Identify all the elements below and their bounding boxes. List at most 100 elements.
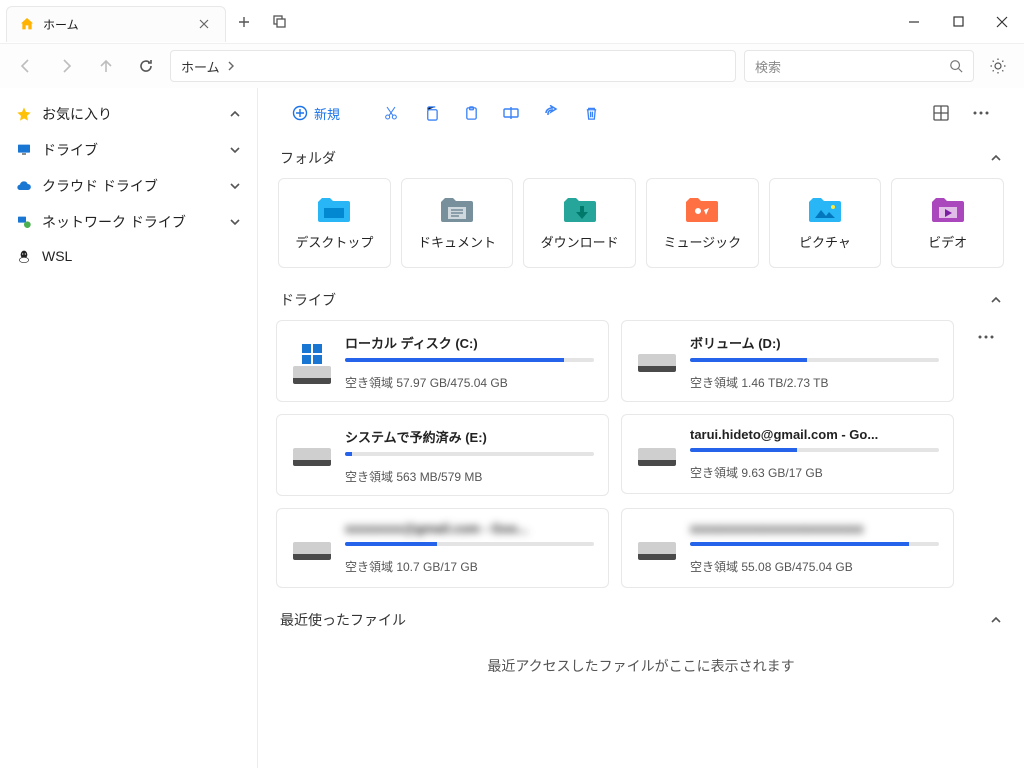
drive-icon (636, 433, 678, 475)
toolbar: 新規 (276, 88, 1006, 138)
drive-free-space: 空き領域 563 MB/579 MB (345, 468, 594, 485)
section-title: ドライブ (280, 290, 336, 310)
cut-button[interactable] (374, 96, 408, 130)
chevron-up-icon (990, 294, 1002, 306)
network-icon (16, 214, 32, 230)
drive-icon (291, 527, 333, 569)
drive-title: xxxxxxxxxxxxxxxxxxxxxxxx (690, 521, 939, 536)
usage-bar (345, 358, 594, 362)
copy-button[interactable] (414, 96, 448, 130)
window-controls (892, 2, 1024, 42)
main-content: 新規 フォルダ デスクトップドキュメントダウンロードミュージックピクチャビデオ … (258, 88, 1024, 768)
chevron-up-icon (229, 108, 241, 120)
tab-overview-icon[interactable] (262, 4, 298, 40)
drive-card[interactable]: tarui.hideto@gmail.com - Go... 空き領域 9.63 … (621, 414, 954, 494)
folder-label: デスクトップ (295, 232, 373, 251)
new-button[interactable]: 新規 (284, 100, 348, 127)
chevron-up-icon (990, 152, 1002, 164)
new-button-label: 新規 (314, 104, 340, 123)
tab-close-icon[interactable] (195, 15, 213, 33)
sidebar-item-label: お気に入り (42, 104, 112, 124)
drive-free-space: 空き領域 9.63 GB/17 GB (690, 464, 939, 481)
home-icon (19, 16, 35, 32)
paste-button[interactable] (454, 96, 488, 130)
section-title: 最近使ったファイル (280, 610, 406, 630)
chevron-down-icon (229, 180, 241, 192)
chevron-down-icon (229, 216, 241, 228)
drive-free-space: 空き領域 1.46 TB/2.73 TB (690, 374, 939, 391)
layout-button[interactable] (924, 96, 958, 130)
drive-free-space: 空き領域 57.97 GB/475.04 GB (345, 374, 594, 391)
drive-title: ボリューム (D:) (690, 333, 939, 352)
folder-card[interactable]: デスクトップ (278, 178, 391, 268)
section-recent-header[interactable]: 最近使ったファイル (276, 600, 1006, 640)
usage-bar (690, 448, 939, 452)
sidebar: お気に入り ドライブ クラウド ドライブ ネットワーク ドライブ WSL (0, 88, 258, 768)
folder-card[interactable]: ダウンロード (523, 178, 636, 268)
drive-card[interactable]: xxxxxxxx@gmail.com - Goo... 空き領域 10.7 GB/… (276, 508, 609, 588)
usage-bar (690, 542, 939, 546)
folder-card[interactable]: ドキュメント (401, 178, 514, 268)
address-bar[interactable]: ホーム (170, 50, 736, 82)
folder-icon (684, 196, 720, 224)
tab-home[interactable]: ホーム (6, 6, 226, 42)
folder-card[interactable]: ミュージック (646, 178, 759, 268)
sidebar-item-favorites[interactable]: お気に入り (6, 96, 251, 132)
drive-card[interactable]: ボリューム (D:) 空き領域 1.46 TB/2.73 TB (621, 320, 954, 402)
chevron-up-icon (990, 614, 1002, 626)
monitor-icon (16, 142, 32, 158)
folder-label: ドキュメント (418, 232, 496, 251)
chevron-right-icon (226, 61, 236, 71)
drive-icon (636, 339, 678, 381)
minimize-button[interactable] (892, 2, 936, 42)
breadcrumb-home[interactable]: ホーム (181, 57, 220, 76)
folder-label: ピクチャ (799, 232, 851, 251)
drive-free-space: 空き領域 10.7 GB/17 GB (345, 558, 594, 575)
folder-label: ビデオ (928, 232, 967, 251)
sidebar-item-drives[interactable]: ドライブ (6, 132, 251, 168)
settings-button[interactable] (982, 50, 1014, 82)
folder-icon (439, 196, 475, 224)
more-button[interactable] (964, 96, 998, 130)
close-button[interactable] (980, 2, 1024, 42)
section-drives-header[interactable]: ドライブ (276, 280, 1006, 320)
drive-card[interactable]: xxxxxxxxxxxxxxxxxxxxxxxx 空き領域 55.08 GB/47… (621, 508, 954, 588)
sidebar-item-wsl[interactable]: WSL (6, 240, 251, 272)
back-button[interactable] (10, 50, 42, 82)
rename-button[interactable] (494, 96, 528, 130)
folder-card[interactable]: ピクチャ (769, 178, 882, 268)
usage-bar (345, 542, 594, 546)
drive-title: システムで予約済み (E:) (345, 427, 594, 446)
search-icon (949, 59, 963, 73)
drive-icon (636, 527, 678, 569)
folder-icon (807, 196, 843, 224)
maximize-button[interactable] (936, 2, 980, 42)
sidebar-item-cloud[interactable]: クラウド ドライブ (6, 168, 251, 204)
search-placeholder: 検索 (755, 57, 781, 76)
drive-icon (291, 339, 333, 381)
refresh-button[interactable] (130, 50, 162, 82)
drive-card[interactable]: ローカル ディスク (C:) 空き領域 57.97 GB/475.04 GB (276, 320, 609, 402)
cloud-icon (16, 178, 32, 194)
drive-card[interactable]: システムで予約済み (E:) 空き領域 563 MB/579 MB (276, 414, 609, 496)
folder-label: ミュージック (663, 232, 741, 251)
delete-button[interactable] (574, 96, 608, 130)
drive-title: ローカル ディスク (C:) (345, 333, 594, 352)
new-tab-button[interactable] (226, 4, 262, 40)
sidebar-item-label: ネットワーク ドライブ (42, 212, 186, 232)
drive-title: tarui.hideto@gmail.com - Go... (690, 427, 939, 442)
drive-free-space: 空き領域 55.08 GB/475.04 GB (690, 558, 939, 575)
star-icon (16, 106, 32, 122)
usage-bar (345, 452, 594, 456)
drive-title: xxxxxxxx@gmail.com - Goo... (345, 521, 594, 536)
forward-button[interactable] (50, 50, 82, 82)
folder-card[interactable]: ビデオ (891, 178, 1004, 268)
drive-more-button[interactable] (969, 320, 1003, 354)
tab-label: ホーム (43, 16, 187, 33)
up-button[interactable] (90, 50, 122, 82)
share-button[interactable] (534, 96, 568, 130)
sidebar-item-label: ドライブ (42, 140, 98, 160)
search-input[interactable]: 検索 (744, 50, 974, 82)
section-folders-header[interactable]: フォルダ (276, 138, 1006, 178)
sidebar-item-network[interactable]: ネットワーク ドライブ (6, 204, 251, 240)
